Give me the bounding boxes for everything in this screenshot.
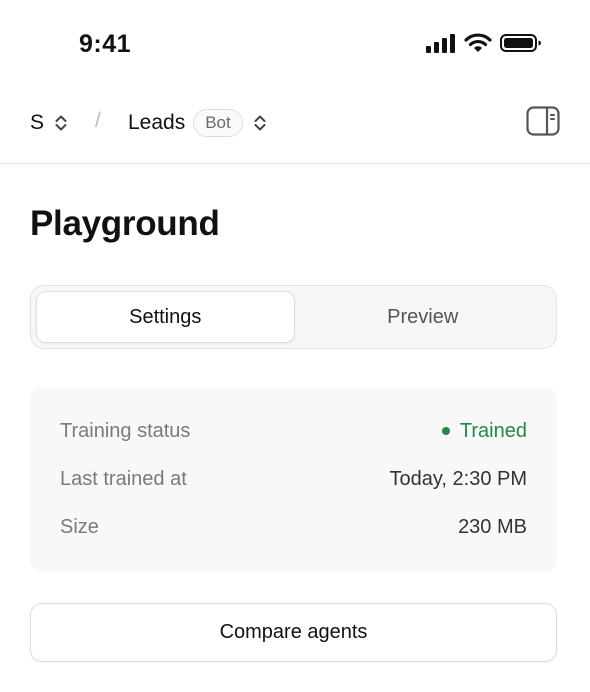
info-row-last-trained: Last trained at Today, 2:30 PM	[60, 455, 527, 503]
cellular-signal-icon	[426, 33, 456, 58]
info-label: Training status	[60, 419, 191, 442]
status-time: 9:41	[79, 30, 132, 58]
sidebar-panel-toggle-button[interactable]	[526, 105, 560, 141]
wifi-icon	[464, 33, 492, 58]
sidebar-panel-icon	[526, 105, 560, 141]
workspace-name: S	[30, 111, 45, 134]
compare-agents-button[interactable]: Compare agents	[30, 603, 557, 662]
info-value: 230 MB	[458, 515, 527, 538]
info-row-size: Size 230 MB	[60, 503, 527, 551]
chevron-up-down-icon	[52, 111, 70, 135]
status-text: Trained	[459, 419, 527, 442]
info-row-training-status: Training status Trained	[60, 407, 527, 455]
training-info-card: Training status Trained Last trained at …	[30, 387, 557, 572]
page-title: Playground	[30, 204, 220, 243]
segmented-tabs: Settings Preview	[30, 285, 557, 349]
agent-type-badge: Bot	[193, 109, 243, 137]
agent-switcher[interactable]: Leads Bot	[128, 90, 269, 156]
info-label: Size	[60, 515, 99, 538]
chevron-up-down-icon	[251, 111, 269, 135]
battery-icon	[500, 33, 542, 58]
status-icons	[426, 33, 542, 58]
info-value: Today, 2:30 PM	[389, 467, 527, 490]
tab-settings[interactable]: Settings	[36, 291, 295, 343]
workspace-switcher[interactable]: S	[30, 90, 70, 156]
agent-name: Leads	[128, 111, 186, 134]
top-navigation-bar: S / Leads Bot	[0, 90, 590, 164]
info-label: Last trained at	[60, 467, 187, 490]
training-status-value: Trained	[441, 419, 527, 443]
status-bar: 9:41	[0, 0, 590, 90]
status-dot-icon	[441, 427, 450, 435]
breadcrumb-separator: /	[95, 109, 101, 132]
tab-preview[interactable]: Preview	[295, 291, 552, 343]
